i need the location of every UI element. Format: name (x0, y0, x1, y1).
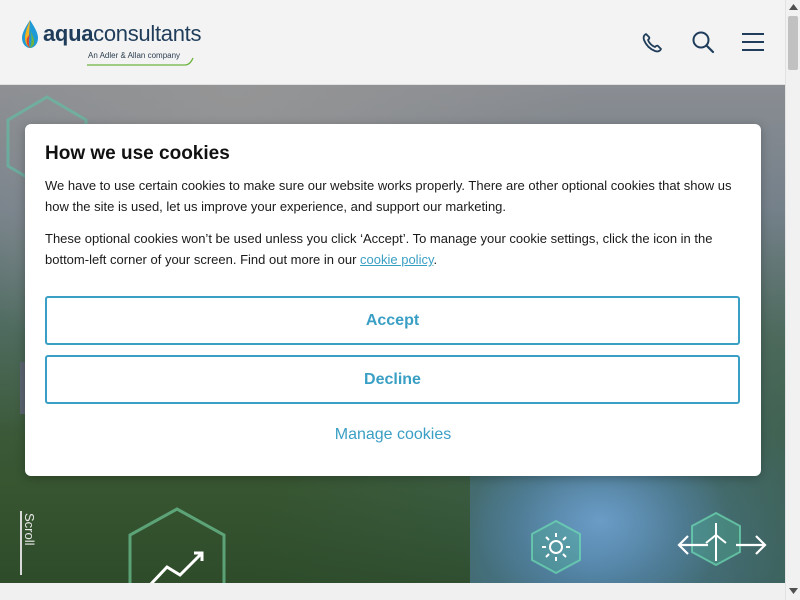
logo[interactable]: aquaconsultants An Adler & Allan company (19, 18, 201, 68)
sun-hexagon-icon (531, 519, 581, 575)
growth-chart-hexagon-icon (128, 507, 226, 583)
cookie-dialog-title: How we use cookies (45, 143, 230, 164)
cookie-dialog-paragraph-1: We have to use certain cookies to make s… (45, 178, 732, 214)
logo-brand-light: consultants (93, 21, 202, 46)
scroll-label[interactable]: Scroll (22, 513, 37, 546)
next-arrow-icon[interactable] (734, 533, 768, 557)
search-icon[interactable] (689, 28, 717, 56)
menu-icon[interactable] (739, 28, 767, 56)
logo-drop-icon (22, 20, 38, 48)
scrollbar-thumb[interactable] (788, 16, 798, 70)
page: aquaconsultants An Adler & Allan company (0, 0, 800, 600)
cookie-policy-link[interactable]: cookie policy (360, 252, 433, 267)
scroll-up-arrow-icon[interactable] (789, 4, 798, 10)
decline-cookies-button[interactable]: Decline (45, 355, 740, 404)
logo-swoosh-icon (87, 57, 194, 66)
cookie-consent-dialog: How we use cookies We have to use certai… (25, 124, 761, 476)
accept-cookies-button[interactable]: Accept (45, 296, 740, 345)
scroll-down-arrow-icon[interactable] (789, 588, 798, 594)
logo-brand-bold: aqua (43, 21, 94, 46)
page-scrollbar[interactable] (785, 0, 800, 600)
phone-icon[interactable] (638, 28, 666, 56)
manage-cookies-link[interactable]: Manage cookies (25, 426, 761, 444)
previous-arrow-icon[interactable] (676, 533, 710, 557)
logo-wordmark: aquaconsultants (43, 21, 201, 47)
site-header: aquaconsultants An Adler & Allan company (0, 0, 785, 85)
cookie-dialog-paragraph-2-end: . (433, 252, 438, 267)
footer-strip (0, 583, 785, 600)
cookie-dialog-paragraph-2: These optional cookies won’t be used unl… (45, 228, 735, 270)
